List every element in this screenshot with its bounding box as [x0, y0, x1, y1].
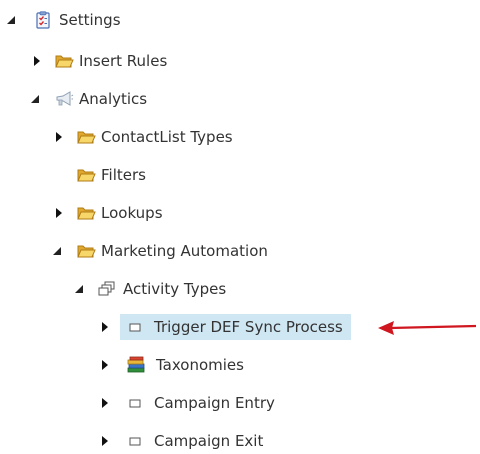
tree-node-marketing-automation[interactable]: Marketing Automation: [52, 238, 268, 264]
content-tree: Settings Insert Rules Analytics ContactL…: [0, 0, 480, 450]
megaphone-icon: [54, 90, 74, 108]
checklist-icon: [34, 11, 52, 29]
folder-icon: [76, 242, 96, 260]
expanded-triangle-icon[interactable]: [52, 245, 62, 257]
folder-icon: [76, 166, 96, 184]
tree-node-label: Campaign Exit: [154, 432, 264, 450]
tree-node-label: Lookups: [101, 204, 163, 222]
tree-node-filters[interactable]: Filters: [76, 162, 146, 188]
tree-node-label: Analytics: [79, 90, 148, 108]
item-icon: [128, 394, 142, 412]
tree-node-label: Taxonomies: [156, 356, 244, 374]
item-icon: [128, 432, 142, 450]
collapsed-triangle-icon[interactable]: [32, 55, 42, 67]
folder-icon: [54, 52, 74, 70]
tree-node-label: Filters: [101, 166, 146, 184]
collapsed-triangle-icon[interactable]: [100, 397, 110, 409]
tree-node-label: Campaign Entry: [154, 394, 275, 412]
folder-icon: [76, 204, 96, 222]
annotation-arrow-icon: [378, 317, 478, 343]
tree-node-insert-rules[interactable]: Insert Rules: [32, 48, 167, 74]
tree-node-taxonomies[interactable]: Taxonomies: [100, 352, 244, 378]
folder-icon: [76, 128, 96, 146]
collapsed-triangle-icon[interactable]: [54, 207, 64, 219]
collapsed-triangle-icon[interactable]: [100, 321, 110, 333]
tree-node-campaign-entry[interactable]: Campaign Entry: [100, 390, 275, 416]
tree-node-label: Activity Types: [123, 280, 227, 298]
expanded-triangle-icon[interactable]: [30, 93, 40, 105]
expanded-triangle-icon[interactable]: [6, 14, 16, 26]
collapsed-triangle-icon[interactable]: [100, 359, 110, 371]
expanded-triangle-icon[interactable]: [74, 283, 84, 295]
tree-node-label: Trigger DEF Sync Process: [154, 318, 343, 336]
tree-node-settings[interactable]: Settings: [7, 7, 121, 33]
tree-node-label: Marketing Automation: [101, 242, 268, 260]
tree-node-label: ContactList Types: [101, 128, 233, 146]
windows-icon: [98, 280, 116, 298]
tree-node-label: Settings: [59, 11, 121, 29]
tree-node-label: Insert Rules: [79, 52, 168, 70]
collapsed-triangle-icon[interactable]: [54, 131, 64, 143]
tree-node-activity-types[interactable]: Activity Types: [74, 276, 227, 302]
tree-node-contactlist-types[interactable]: ContactList Types: [54, 124, 233, 150]
collapsed-triangle-icon[interactable]: [100, 435, 110, 447]
item-icon: [128, 318, 142, 336]
tree-node-trigger-def-sync-process[interactable]: Trigger DEF Sync Process: [100, 314, 351, 340]
tree-node-analytics[interactable]: Analytics: [30, 86, 148, 112]
books-icon: [126, 356, 146, 374]
tree-node-lookups[interactable]: Lookups: [54, 200, 163, 226]
tree-node-campaign-exit[interactable]: Campaign Exit: [100, 428, 263, 454]
